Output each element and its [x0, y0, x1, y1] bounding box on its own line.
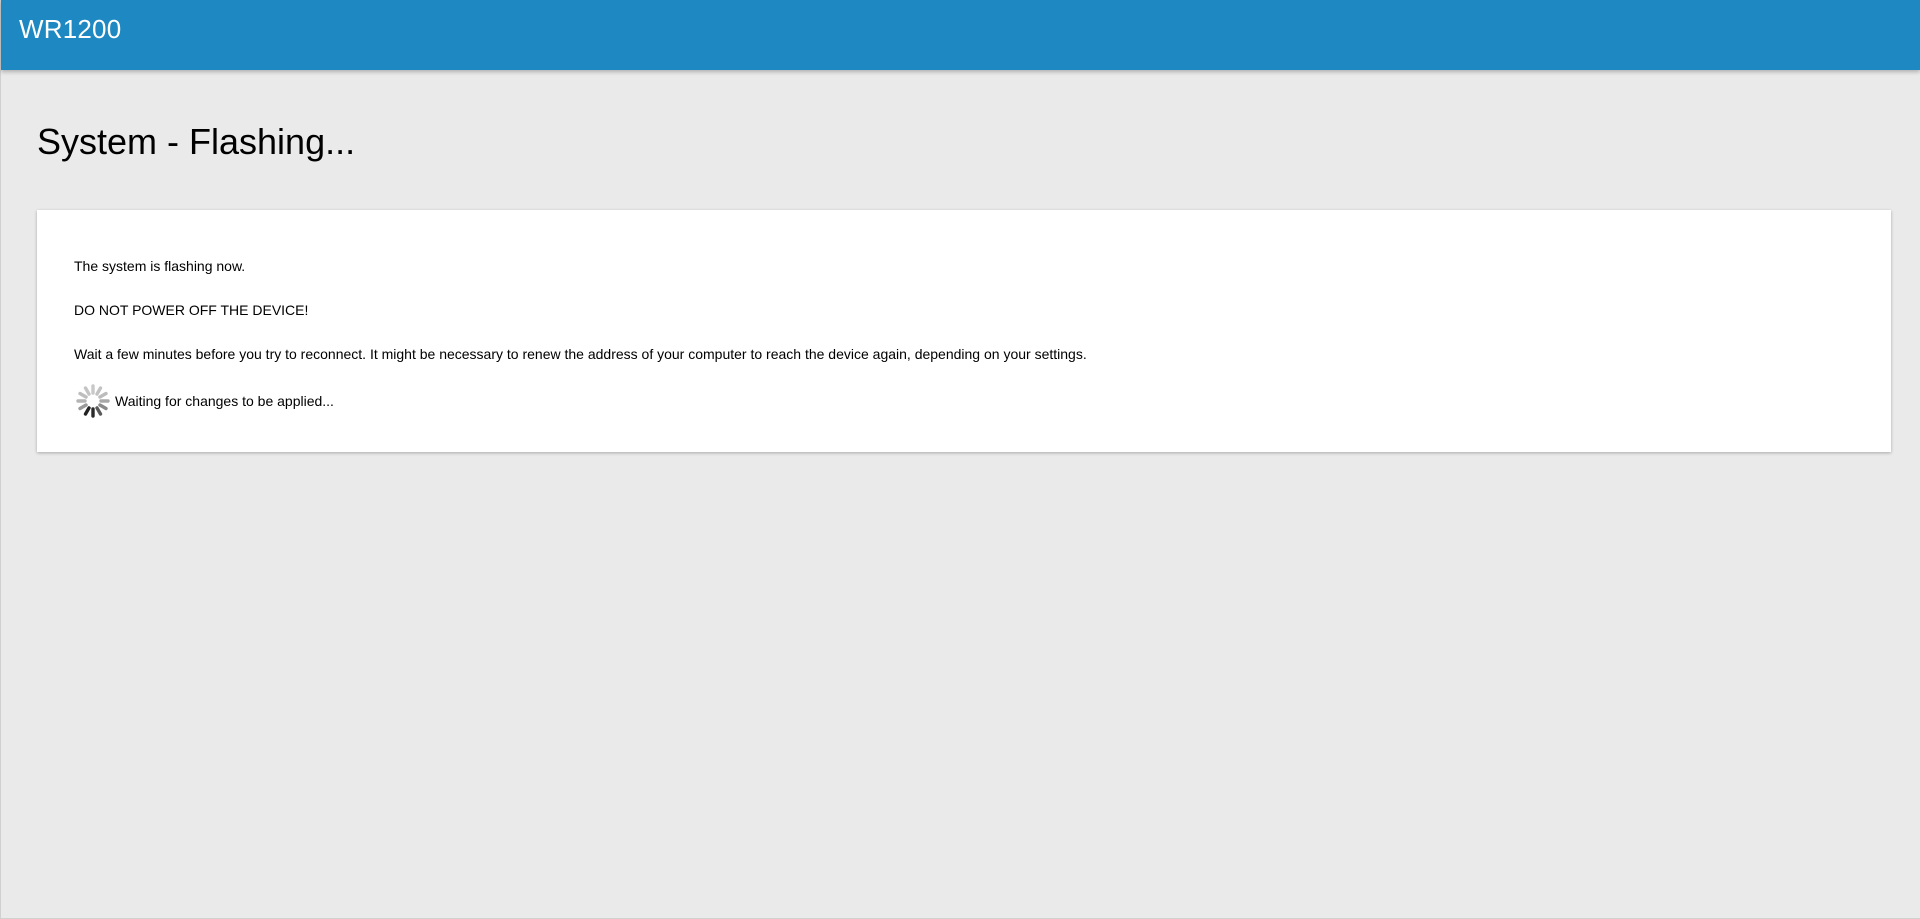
flash-status-panel: The system is flashing now. DO NOT POWER…: [37, 210, 1891, 452]
apply-status: Waiting for changes to be applied...: [74, 382, 1854, 420]
power-warning-message: DO NOT POWER OFF THE DEVICE!: [74, 302, 309, 318]
top-header-bar: WR1200: [1, 0, 1920, 70]
status-text: Waiting for changes to be applied...: [115, 393, 334, 409]
flashing-message: The system is flashing now.: [74, 258, 246, 274]
main-content: System - Flashing... The system is flash…: [1, 122, 1920, 452]
loading-spinner-icon: [76, 384, 110, 418]
brand-title[interactable]: WR1200: [19, 14, 121, 44]
page-title: System - Flashing...: [37, 121, 356, 162]
reconnect-instructions: Wait a few minutes before you try to rec…: [74, 346, 1087, 362]
